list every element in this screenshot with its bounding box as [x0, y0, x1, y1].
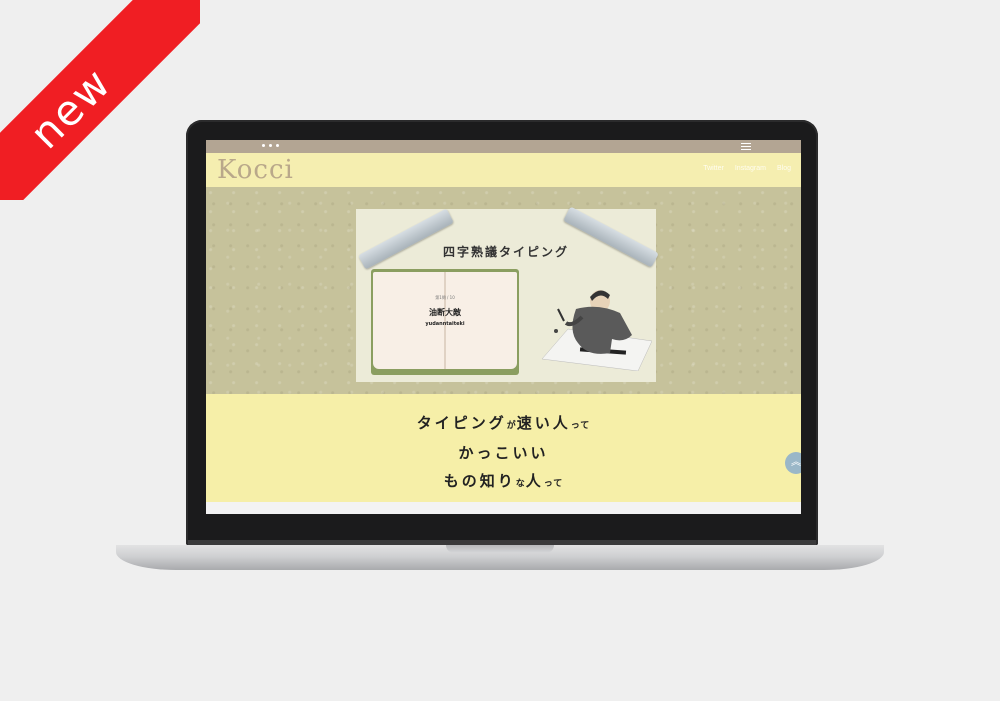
- slogan-person: 人: [525, 472, 544, 490]
- window-controls[interactable]: [262, 144, 279, 147]
- idiom-word: 油断大敵: [429, 308, 461, 317]
- nav-link-instagram[interactable]: Instagram: [735, 165, 766, 172]
- calligrapher-illustration: [541, 290, 652, 371]
- paper-clip-left: [358, 208, 454, 270]
- hero-section: 四字熟議タイピング 第1問 / 10 油断大敵 yudanntaiteki: [206, 187, 801, 394]
- game-title: 四字熟議タイピング: [442, 245, 569, 259]
- site-nav: Twitter Instagram Blog: [703, 165, 791, 172]
- slogan-tte-1: って: [570, 421, 591, 431]
- browser-toolbar: [206, 140, 801, 153]
- idiom-romaji: yudanntaiteki: [425, 321, 465, 327]
- new-ribbon: new: [0, 0, 200, 200]
- new-badge: new: [0, 0, 200, 200]
- scroll-to-top-button[interactable]: ︽: [785, 452, 801, 474]
- new-badge-label: new: [20, 57, 121, 158]
- slogan-tte-2: って: [543, 479, 564, 489]
- question-counter: 第1問 / 10: [435, 295, 455, 300]
- hero-card[interactable]: 四字熟議タイピング 第1問 / 10 油断大敵 yudanntaiteki: [356, 206, 659, 382]
- laptop-notch: [446, 545, 554, 553]
- double-chevron-up-icon: ︽: [791, 457, 801, 468]
- slogan-line-2: かっこいい: [458, 444, 549, 462]
- nav-link-twitter[interactable]: Twitter: [703, 165, 724, 172]
- slogan-na: な: [515, 479, 526, 489]
- slogan-section: タイピングが速い人って かっこいい もの知りな人って ︽: [206, 394, 801, 502]
- slogan-knowledgeable: もの知り: [443, 472, 516, 490]
- site-logo[interactable]: Kocci: [217, 155, 294, 185]
- page-footer-strip: [206, 502, 801, 514]
- slogan-ga: が: [506, 421, 517, 431]
- laptop-screen: Kocci Twitter Instagram Blog 四字熟議タイピング 第…: [206, 140, 801, 514]
- slogan-line-1: タイピングが速い人って: [206, 412, 801, 433]
- slogan-line-3: もの知りな人って: [206, 470, 801, 491]
- site-header: Kocci Twitter Instagram Blog: [206, 153, 801, 187]
- open-book: 第1問 / 10 油断大敵 yudanntaiteki: [371, 269, 519, 375]
- nav-link-blog[interactable]: Blog: [777, 165, 791, 172]
- slogan-typing: タイピング: [416, 414, 507, 432]
- slogan-fast-person: 速い人: [516, 414, 571, 432]
- hamburger-menu-icon[interactable]: [741, 143, 751, 152]
